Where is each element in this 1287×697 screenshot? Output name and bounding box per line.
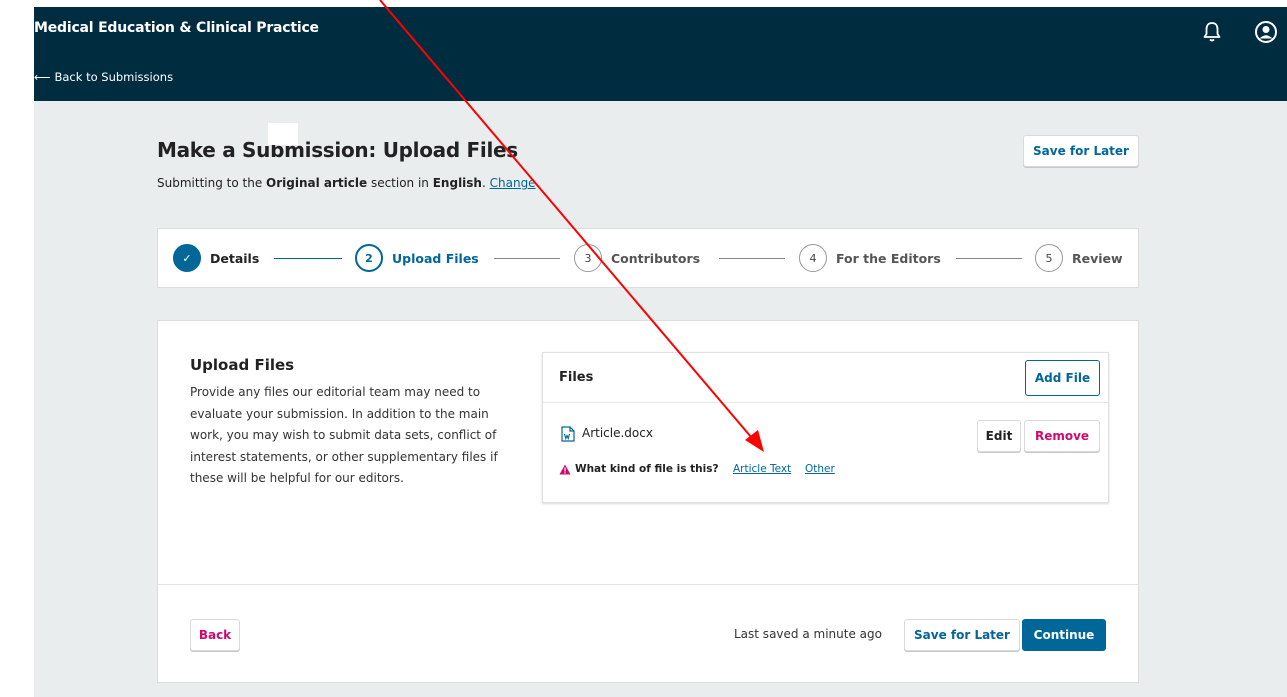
subtitle-end: . <box>481 176 490 190</box>
step-label: Review <box>1072 250 1123 266</box>
step-upload-files[interactable]: 2 Upload Files <box>355 244 479 272</box>
step-for-the-editors[interactable]: 4 For the Editors <box>799 244 941 272</box>
file-type-article-text-link[interactable]: Article Text <box>733 463 791 475</box>
title-redaction-box <box>268 123 298 145</box>
card-divider <box>158 584 1138 585</box>
back-button[interactable]: Back <box>190 619 240 651</box>
section-description: Provide any files our editorial team may… <box>190 385 498 485</box>
step-connector <box>719 258 785 259</box>
step-connector <box>494 258 560 259</box>
journal-name[interactable]: Medical Education & Clinical Practice <box>34 20 319 36</box>
step-label: Contributors <box>611 250 701 266</box>
save-for-later-button[interactable]: Save for Later <box>1023 135 1139 167</box>
change-link[interactable]: Change <box>490 176 536 190</box>
add-file-button[interactable]: Add File <box>1025 360 1100 396</box>
top-header-bar: Medical Education & Clinical Practice ⟵ B… <box>34 7 1287 101</box>
section-title: Upload Files <box>190 356 295 374</box>
save-for-later-bottom-button[interactable]: Save for Later <box>904 619 1020 651</box>
step-details[interactable]: ✓ Details <box>173 244 259 272</box>
files-panel-header: Files Add File <box>543 353 1108 403</box>
submission-subtitle: Submitting to the Original article secti… <box>157 176 536 190</box>
step-number: 2 <box>355 244 383 272</box>
files-panel: Files Add File Article.docx Edit Remove … <box>542 352 1109 503</box>
page-title: Make a Submission: Upload Files <box>157 138 518 162</box>
step-number: 5 <box>1035 244 1063 272</box>
edit-file-button[interactable]: Edit <box>977 420 1021 452</box>
word-document-icon <box>561 426 575 442</box>
subtitle-prefix: Submitting to the <box>157 176 267 190</box>
upload-files-card: Upload Files Provide any files our edito… <box>157 320 1139 683</box>
step-label: Upload Files <box>392 250 479 266</box>
files-label: Files <box>559 370 594 385</box>
warning-icon <box>559 464 571 475</box>
step-label: Details <box>210 250 260 266</box>
step-contributors[interactable]: 3 Contributors <box>574 244 700 272</box>
step-number: 4 <box>799 244 827 272</box>
file-type-other-link[interactable]: Other <box>805 463 835 475</box>
app-frame: Medical Education & Clinical Practice ⟵ B… <box>34 7 1287 697</box>
user-icon[interactable] <box>1254 20 1278 44</box>
last-saved-status: Last saved a minute ago <box>734 627 882 641</box>
file-name[interactable]: Article.docx <box>582 426 653 440</box>
submission-stepper: ✓ Details 2 Upload Files 3 Contributors … <box>157 228 1139 288</box>
step-review[interactable]: 5 Review <box>1035 244 1123 272</box>
language-name: English <box>432 176 482 190</box>
back-to-submissions-link[interactable]: ⟵ Back to Submissions <box>34 70 173 84</box>
file-type-question: What kind of file is this? <box>575 463 719 475</box>
remove-file-button[interactable]: Remove <box>1024 420 1100 452</box>
section-name: Original article <box>266 176 368 190</box>
continue-button[interactable]: Continue <box>1022 619 1106 651</box>
checkmark-icon: ✓ <box>173 244 201 272</box>
step-number: 3 <box>574 244 602 272</box>
step-connector <box>956 258 1022 259</box>
bell-icon[interactable] <box>1200 20 1224 44</box>
back-arrow-icon: ⟵ <box>34 70 51 84</box>
subtitle-mid: section in <box>367 176 433 190</box>
back-to-submissions-label: Back to Submissions <box>54 70 174 84</box>
step-connector <box>274 258 342 259</box>
step-label: For the Editors <box>836 250 941 266</box>
